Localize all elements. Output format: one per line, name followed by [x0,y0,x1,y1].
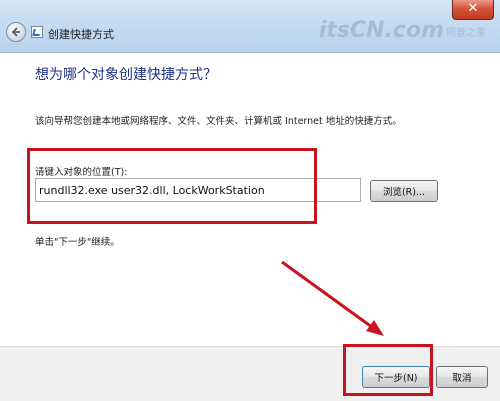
close-icon: ✕ [467,1,479,16]
page-heading: 想为哪个对象创建快捷方式？ [35,67,217,83]
continue-hint: 单击"下一步"继续。 [35,237,120,248]
shortcut-icon [31,26,43,38]
browse-button[interactable]: 浏览(R)... [370,180,438,202]
window-title: 创建快捷方式 [48,28,114,41]
annotation-box-input [27,148,317,224]
watermark-sub: 网管之家 [446,28,486,39]
back-arrow-icon [11,27,20,37]
annotation-box-next [343,344,433,396]
back-button[interactable] [6,22,26,42]
close-button[interactable]: ✕ [452,0,494,20]
wizard-description: 该向导帮您创建本地或网络程序、文件、文件夹、计算机或 Internet 地址的快… [35,116,402,127]
title-bar: 创建快捷方式 itsCN.com 网管之家 ✕ [0,0,500,53]
cancel-button[interactable]: 取消 [436,366,488,388]
watermark-logo: itsCN.com [318,18,444,43]
